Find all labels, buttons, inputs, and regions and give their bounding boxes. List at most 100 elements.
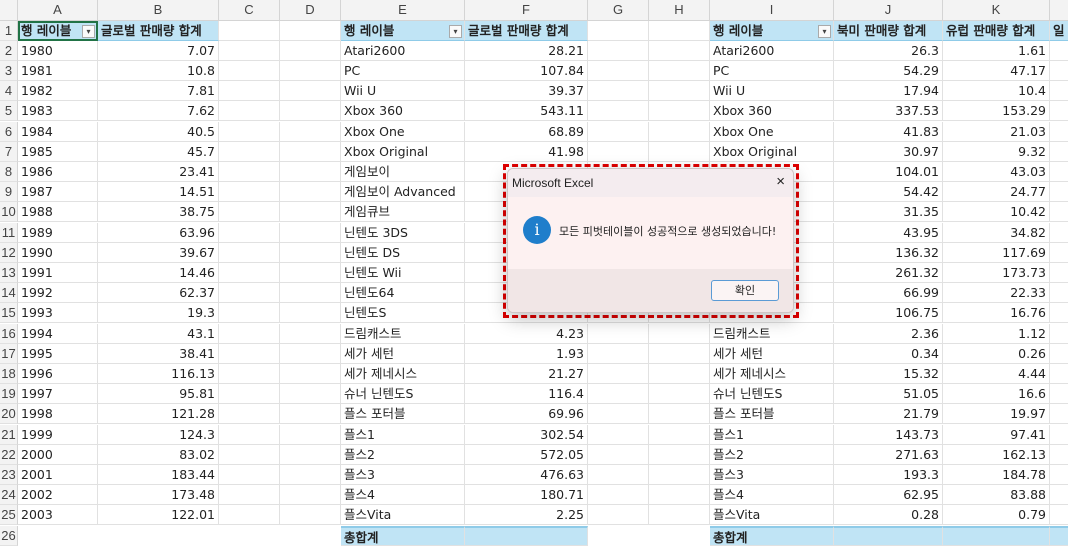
cell[interactable]	[649, 141, 710, 162]
cell[interactable]	[280, 242, 341, 263]
row-label-cell[interactable]: 1986	[18, 161, 98, 182]
row-label-cell[interactable]: Xbox One	[341, 121, 465, 142]
cell[interactable]	[280, 40, 341, 61]
cell[interactable]	[219, 363, 280, 384]
value-cell[interactable]: 62.37	[98, 283, 219, 304]
close-icon[interactable]: ×	[776, 174, 785, 190]
cell[interactable]	[1050, 324, 1068, 344]
value-cell[interactable]: 1.12	[943, 323, 1050, 344]
cell[interactable]	[219, 444, 280, 465]
row-header[interactable]: 15	[0, 303, 18, 324]
cell[interactable]	[1050, 142, 1068, 162]
cell[interactable]	[1050, 122, 1068, 142]
cell[interactable]	[280, 202, 341, 223]
column-header-L[interactable]: L	[1050, 0, 1068, 21]
row-header[interactable]: 26	[0, 525, 18, 546]
value-cell[interactable]: 117.69	[943, 242, 1050, 263]
cell[interactable]	[649, 81, 710, 102]
cell[interactable]	[588, 384, 649, 405]
value-cell[interactable]: 183.44	[98, 464, 219, 485]
value-cell[interactable]: 4.44	[943, 363, 1050, 384]
value-cell[interactable]: 47.17	[943, 60, 1050, 81]
value-cell[interactable]: 17.94	[834, 81, 943, 102]
grand-total-value[interactable]	[1050, 525, 1068, 546]
row-header[interactable]: 8	[0, 161, 18, 182]
cell[interactable]	[649, 485, 710, 506]
cell[interactable]	[588, 60, 649, 81]
value-cell[interactable]: 116.4	[465, 384, 588, 405]
value-cell[interactable]: 83.02	[98, 444, 219, 465]
cell[interactable]	[280, 444, 341, 465]
cell[interactable]	[588, 485, 649, 506]
row-label-cell[interactable]: 플스4	[341, 485, 465, 506]
cell[interactable]	[649, 424, 710, 445]
grand-total-value[interactable]	[834, 525, 943, 546]
row-label-cell[interactable]: 플스2	[341, 444, 465, 465]
value-cell[interactable]: 0.26	[943, 343, 1050, 364]
column-header-J[interactable]: J	[834, 0, 943, 21]
row-header[interactable]: 14	[0, 283, 18, 304]
row-header[interactable]: 23	[0, 464, 18, 485]
cell[interactable]	[1050, 485, 1068, 506]
na-sum-header[interactable]: 북미 판매량 합계	[834, 20, 943, 41]
cell[interactable]	[1050, 384, 1068, 405]
value-cell[interactable]: 261.32	[834, 262, 943, 283]
row-label-cell[interactable]: 1994	[18, 323, 98, 344]
value-cell[interactable]: 30.97	[834, 141, 943, 162]
row-label-cell[interactable]: 플스 포터블	[710, 404, 834, 425]
row-label-cell[interactable]: 닌텐도 Wii	[341, 262, 465, 283]
row-label-cell[interactable]: PC	[341, 60, 465, 81]
row-header[interactable]: 16	[0, 323, 18, 344]
row-header[interactable]: 19	[0, 384, 18, 405]
cell[interactable]	[588, 323, 649, 344]
cell[interactable]	[219, 464, 280, 485]
cell[interactable]	[1050, 263, 1068, 283]
cell[interactable]	[219, 323, 280, 344]
cell[interactable]	[280, 464, 341, 485]
row-label-cell[interactable]: Xbox 360	[341, 101, 465, 122]
cell[interactable]	[649, 343, 710, 364]
row-header[interactable]: 5	[0, 101, 18, 122]
grand-total-label[interactable]: 총합계	[710, 525, 834, 546]
row-label-cell[interactable]: 닌텐도64	[341, 283, 465, 304]
row-label-cell[interactable]: 세가 제네시스	[710, 363, 834, 384]
column-header-G[interactable]: G	[588, 0, 649, 21]
cell[interactable]	[1050, 61, 1068, 81]
cell[interactable]	[649, 20, 710, 41]
row-label-cell[interactable]: 플스3	[341, 464, 465, 485]
cell[interactable]	[219, 222, 280, 243]
value-cell[interactable]: 62.95	[834, 485, 943, 506]
row-label-cell[interactable]: Xbox One	[710, 121, 834, 142]
cell[interactable]	[219, 121, 280, 142]
cell[interactable]	[588, 464, 649, 485]
value-cell[interactable]: 10.8	[98, 60, 219, 81]
cell[interactable]	[588, 444, 649, 465]
value-cell[interactable]: 43.95	[834, 222, 943, 243]
row-label-cell[interactable]: 플스Vita	[341, 505, 465, 526]
sum-header[interactable]: 글로벌 판매량 합계	[98, 20, 219, 41]
value-cell[interactable]: 104.01	[834, 161, 943, 182]
cell[interactable]	[588, 505, 649, 526]
value-cell[interactable]: 95.81	[98, 384, 219, 405]
value-cell[interactable]: 7.81	[98, 81, 219, 102]
cell[interactable]	[280, 363, 341, 384]
value-cell[interactable]: 83.88	[943, 485, 1050, 506]
filter-dropdown-icon[interactable]: ▾	[818, 24, 831, 38]
row-label-cell[interactable]: 플스Vita	[710, 505, 834, 526]
value-cell[interactable]: 173.48	[98, 485, 219, 506]
value-cell[interactable]: 43.03	[943, 161, 1050, 182]
value-cell[interactable]: 22.33	[943, 283, 1050, 304]
row-header[interactable]: 22	[0, 444, 18, 465]
cell[interactable]	[588, 141, 649, 162]
cell[interactable]	[219, 202, 280, 223]
value-cell[interactable]: 4.23	[465, 323, 588, 344]
row-header[interactable]: 9	[0, 182, 18, 203]
cell[interactable]	[649, 40, 710, 61]
cell[interactable]	[219, 404, 280, 425]
value-cell[interactable]: 184.78	[943, 464, 1050, 485]
cell[interactable]	[280, 60, 341, 81]
value-cell[interactable]: 121.28	[98, 404, 219, 425]
row-label-cell[interactable]: 닌텐도S	[341, 303, 465, 324]
cell[interactable]	[649, 363, 710, 384]
row-header[interactable]: 10	[0, 202, 18, 223]
